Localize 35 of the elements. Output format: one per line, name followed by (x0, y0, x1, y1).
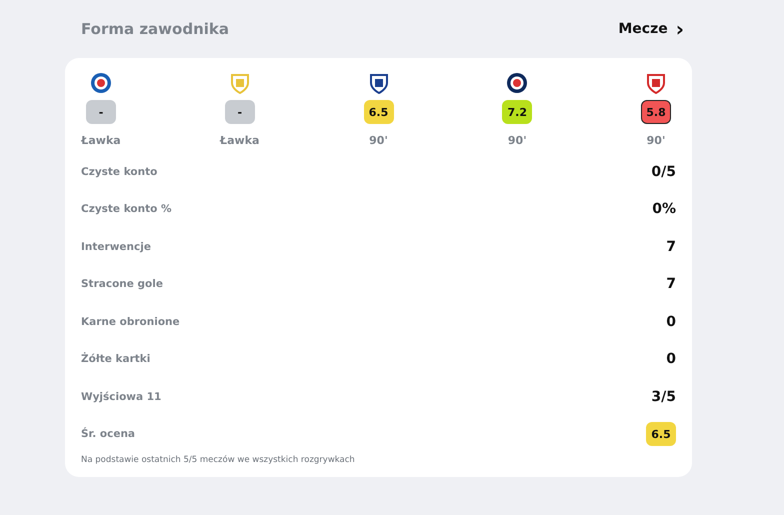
minutes-label: Ławka (81, 134, 121, 147)
stat-value: 0 (666, 351, 676, 368)
stat-value: 3/5 (651, 388, 676, 405)
rating-badge: 5.8 (641, 100, 671, 124)
shield-crest-icon (368, 72, 388, 94)
shield-crest-icon (646, 72, 666, 94)
rating-badge: 6.5 (364, 100, 394, 124)
stat-value: 0 (666, 314, 676, 330)
stat-value: 0/5 (651, 164, 676, 180)
stat-label: Żółte kartki (81, 353, 150, 366)
stat-label: Śr. ocena (81, 428, 136, 440)
round-crest-icon (506, 72, 528, 94)
minutes-label: 90' (369, 134, 388, 147)
rating-badge: 7.2 (502, 100, 532, 124)
stat-label: Interwencje (81, 240, 151, 253)
minutes-label: 90' (646, 134, 666, 147)
round-crest-icon (90, 72, 112, 94)
stat-label: Czyste konto % (81, 203, 172, 216)
section-title: Forma zawodnika (81, 20, 229, 38)
minutes-label: Ławka (220, 134, 260, 147)
stat-label: Karne obronione (81, 316, 180, 328)
shield-crest-icon (230, 72, 250, 94)
minutes-label: 90' (508, 134, 527, 147)
stat-label: Stracone gole (81, 278, 163, 290)
chevron-icon: › (676, 19, 684, 39)
stat-value: 7 (666, 238, 676, 255)
footnote: Na podstawie ostatnich 5/5 meczów we wszystkich rozgrywkach (81, 455, 356, 465)
stat-value: 7 (666, 276, 676, 292)
stat-label: Wyjściowa 11 (81, 390, 162, 403)
rating-badge: 6.5 (646, 422, 676, 446)
rating-badge: - (86, 100, 116, 124)
rating-badge: - (224, 100, 255, 124)
stat-label: Czyste konto (81, 166, 158, 178)
matches-link[interactable]: Mecze › (618, 19, 684, 39)
stat-value: 0% (652, 201, 676, 218)
